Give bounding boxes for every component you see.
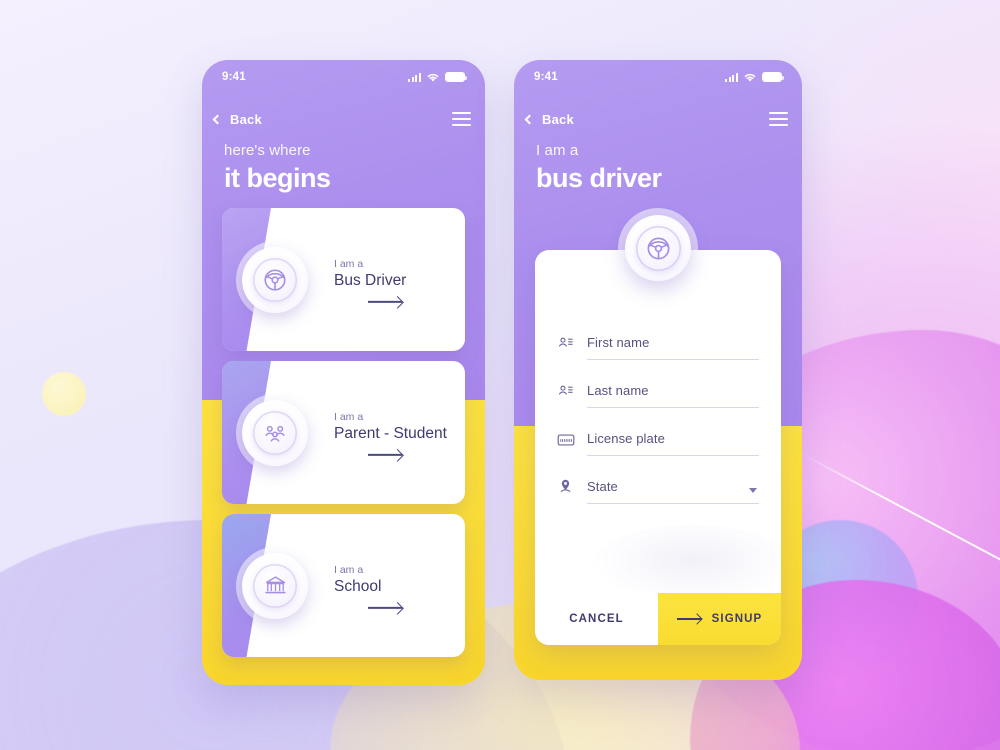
navigation-bar: Back [514, 104, 802, 134]
contact-card-icon [557, 334, 587, 360]
page-title: bus driver [536, 162, 662, 193]
wifi-icon [744, 73, 756, 82]
status-indicators [408, 72, 468, 83]
battery-icon [762, 72, 785, 82]
role-card-list: I am a Bus Driver I am a Parent - Studen… [222, 208, 465, 667]
page-title: it begins [224, 162, 331, 193]
sheet-soft-shadow [593, 525, 781, 603]
field-state[interactable]: State [557, 456, 759, 504]
card-kicker: I am a [334, 563, 364, 576]
caret-down-icon[interactable] [749, 488, 757, 493]
role-card-parent-student[interactable]: I am a Parent - Student [222, 361, 465, 504]
status-bar: 9:41 [202, 60, 485, 94]
arrow-right-icon [368, 454, 402, 456]
status-indicators [725, 72, 785, 83]
page-headline: here's where it begins [224, 142, 331, 194]
status-time: 9:41 [222, 71, 246, 83]
battery-icon [445, 72, 468, 82]
contact-card-icon [557, 382, 587, 408]
card-arrow-row[interactable] [334, 301, 406, 303]
role-card-school[interactable]: I am a School [222, 514, 465, 657]
field-first-name[interactable]: First name [557, 312, 759, 360]
signal-bars-icon [408, 72, 421, 82]
signal-bars-icon [725, 72, 738, 82]
form-fields: First name Last name License plate State [557, 312, 759, 504]
back-button[interactable]: Back [212, 111, 262, 127]
card-kicker: I am a [334, 410, 364, 423]
license-plate-icon [557, 433, 587, 456]
state-select[interactable]: State [587, 478, 759, 504]
card-title: Bus Driver [334, 272, 407, 290]
signup-form-sheet: First name Last name License plate State… [535, 250, 781, 645]
steering-wheel-icon [264, 268, 286, 291]
hamburger-menu-icon[interactable] [452, 111, 471, 127]
card-arrow-row[interactable] [334, 607, 402, 609]
first-name-label: First name [587, 335, 650, 350]
card-text: I am a Bus Driver [334, 256, 407, 303]
card-body: I am a School [222, 514, 465, 657]
people-group-icon [265, 425, 285, 442]
card-body: I am a Bus Driver [222, 208, 465, 351]
card-text: I am a Parent - Student [334, 409, 447, 456]
last-name-input[interactable]: Last name [587, 382, 759, 408]
role-icon-badge [242, 246, 308, 313]
back-label: Back [542, 111, 574, 127]
page-headline: I am a bus driver [536, 142, 662, 194]
navigation-bar: Back [202, 104, 485, 134]
signup-label: SIGNUP [711, 613, 763, 625]
phone-screen-driver-signup: 9:41 Back I am a bus driver First name L… [514, 60, 802, 680]
role-card-bus-driver[interactable]: I am a Bus Driver [222, 208, 465, 351]
license-plate-label: License plate [587, 431, 665, 446]
first-name-input[interactable]: First name [587, 334, 759, 360]
card-kicker: I am a [334, 257, 364, 270]
chevron-left-icon [524, 114, 535, 124]
state-label: State [587, 479, 618, 494]
field-last-name[interactable]: Last name [557, 360, 759, 408]
app-screenshot: 9:41 Back here's where it begins I am a … [0, 0, 1000, 750]
cancel-button[interactable]: CANCEL [535, 593, 658, 645]
school-building-icon [264, 576, 286, 594]
card-text: I am a School [334, 562, 402, 609]
arrow-right-icon [368, 301, 402, 303]
last-name-label: Last name [587, 383, 649, 398]
card-title: Parent - Student [334, 425, 447, 443]
steering-wheel-icon [647, 237, 669, 259]
arrow-right-icon [676, 618, 701, 620]
form-actions: CANCEL SIGNUP [535, 593, 781, 645]
status-bar: 9:41 [514, 60, 802, 94]
pale-yellow-circle-shape [42, 372, 86, 416]
phone-screen-role-select: 9:41 Back here's where it begins I am a … [202, 60, 485, 685]
card-arrow-row[interactable] [334, 454, 447, 456]
role-icon-badge [242, 552, 308, 619]
back-button[interactable]: Back [524, 111, 574, 127]
role-icon-badge [242, 399, 308, 466]
back-label: Back [230, 111, 262, 127]
chevron-left-icon [212, 114, 223, 124]
status-time: 9:41 [534, 71, 558, 83]
headline-kicker: here's where [224, 142, 311, 159]
background-decoration [0, 0, 1000, 750]
signup-button[interactable]: SIGNUP [658, 593, 781, 645]
wifi-icon [427, 73, 439, 82]
card-body: I am a Parent - Student [222, 361, 465, 504]
arrow-right-icon [368, 607, 402, 609]
headline-kicker: I am a [536, 142, 579, 159]
license-plate-input[interactable]: License plate [587, 430, 759, 456]
field-license-plate[interactable]: License plate [557, 408, 759, 456]
location-pin-icon [557, 477, 587, 504]
driver-role-badge [625, 215, 691, 281]
hamburger-menu-icon[interactable] [769, 111, 788, 127]
card-title: School [334, 578, 382, 596]
